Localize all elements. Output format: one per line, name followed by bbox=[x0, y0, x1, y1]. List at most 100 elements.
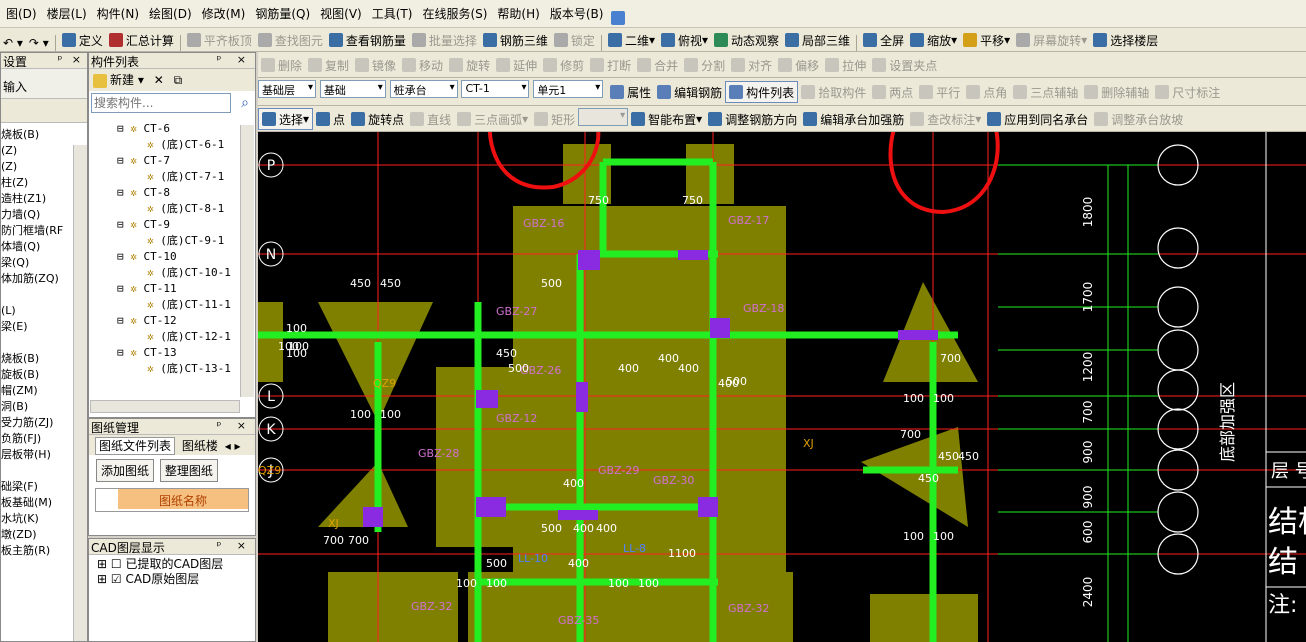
floor-select[interactable]: 基础层 bbox=[258, 80, 316, 98]
menu-item[interactable]: 帮助(H) bbox=[491, 0, 543, 27]
edit-tool-button[interactable]: 拉伸 bbox=[822, 54, 869, 76]
tab-drawing-floors[interactable]: 图纸楼 bbox=[179, 438, 221, 454]
component-tree-item[interactable]: ⊟ ✲ CT-7 bbox=[117, 153, 255, 169]
draw-tool-button[interactable]: 查改标注 ▾ bbox=[907, 108, 984, 130]
menu-item[interactable]: 楼层(L) bbox=[41, 0, 91, 27]
undo-icon[interactable]: ↶ ▾ bbox=[0, 32, 26, 51]
component-tree-item[interactable]: ✲ (底)CT-7-1 bbox=[117, 169, 255, 185]
menu-item[interactable]: 版本号(B) bbox=[544, 0, 608, 27]
type-select[interactable]: 基础 bbox=[319, 80, 386, 98]
cad-layer-extracted[interactable]: ⊞ ☐ 已提取的CAD图层 bbox=[97, 557, 247, 572]
property-tool-button[interactable]: 编辑钢筋 bbox=[654, 81, 725, 103]
topview-button[interactable]: 俯视 ▾ bbox=[658, 29, 711, 51]
2d-button[interactable]: 二维 ▾ bbox=[605, 29, 658, 51]
draw-tool-button[interactable]: 旋转点 bbox=[348, 108, 407, 130]
orbit-button[interactable]: 动态观察 bbox=[711, 29, 782, 51]
edit-tool-button[interactable]: 修剪 bbox=[540, 54, 587, 76]
draw-tool-button[interactable]: 调整承台放坡 bbox=[1091, 108, 1186, 130]
tab-drawing-files[interactable]: 图纸文件列表 bbox=[95, 437, 176, 455]
component-tree[interactable]: ⊟ ✲ CT-6 ✲ (底)CT-6-1 ⊟ ✲ CT-7 ✲ (底)CT-7-1 ⊟ … bbox=[89, 115, 255, 387]
component-type-select[interactable]: 桩承台 bbox=[389, 80, 458, 98]
component-tree-item[interactable]: ⊟ ✲ CT-10 bbox=[117, 249, 255, 265]
local-3d-button[interactable]: 局部三维 bbox=[782, 29, 853, 51]
property-tool-button[interactable]: 尺寸标注 bbox=[1152, 81, 1223, 103]
define-button[interactable]: 定义 bbox=[59, 29, 106, 51]
collapse-icon[interactable]: ⊟ bbox=[117, 346, 130, 359]
draw-tool-button[interactable]: 三点画弧 ▾ bbox=[454, 108, 531, 130]
property-tool-button[interactable]: 属性 bbox=[607, 81, 654, 103]
redo-icon[interactable]: ↷ ▾ bbox=[26, 32, 52, 51]
collapse-icon[interactable]: ⊟ bbox=[117, 122, 130, 135]
search-icon[interactable]: ⌕ bbox=[241, 95, 249, 111]
collapse-icon[interactable]: ⊟ bbox=[117, 154, 130, 167]
module-tree-item[interactable]: 烧板(B) bbox=[1, 127, 87, 143]
sigma-button[interactable]: 汇总计算 bbox=[106, 29, 177, 51]
lock-button[interactable]: 锁定 bbox=[551, 29, 598, 51]
collapse-icon[interactable]: ⊟ bbox=[117, 314, 130, 327]
menu-item[interactable]: 工具(T) bbox=[366, 0, 417, 27]
component-tree-item[interactable]: ✲ (底)CT-12-1 bbox=[117, 329, 255, 345]
menu-item[interactable]: 修改(M) bbox=[196, 0, 250, 27]
component-search-input[interactable] bbox=[91, 93, 231, 113]
edit-tool-button[interactable]: 延伸 bbox=[493, 54, 540, 76]
draw-tool-button[interactable]: 编辑承台加强筋 bbox=[800, 108, 907, 130]
component-tree-item[interactable]: ✲ (底)CT-13-1 bbox=[117, 361, 255, 377]
unit-select[interactable]: 单元1 bbox=[533, 80, 604, 98]
update-icon[interactable] bbox=[611, 10, 626, 25]
component-list-vscroll[interactable] bbox=[240, 125, 254, 397]
component-tree-item[interactable]: ⊟ ✲ CT-13 bbox=[117, 345, 255, 361]
component-tree-item[interactable]: ✲ (底)CT-6-1 bbox=[117, 137, 255, 153]
property-tool-button[interactable]: 点角 bbox=[963, 81, 1010, 103]
new-component-button[interactable]: 新建 ▾ bbox=[93, 73, 144, 88]
component-tree-item[interactable]: ⊟ ✲ CT-9 bbox=[117, 217, 255, 233]
menu-item[interactable]: 钢筋量(Q) bbox=[249, 0, 314, 27]
draw-tool-button[interactable]: 点 bbox=[313, 108, 348, 130]
draw-tool-button[interactable]: 智能布置 ▾ bbox=[628, 108, 705, 130]
property-tool-button[interactable]: 删除辅轴 bbox=[1081, 81, 1152, 103]
edit-tool-button[interactable]: 复制 bbox=[305, 54, 352, 76]
edit-tool-button[interactable]: 偏移 bbox=[775, 54, 822, 76]
component-tree-item[interactable]: ✲ (底)CT-9-1 bbox=[117, 233, 255, 249]
property-tool-button[interactable]: 构件列表 bbox=[725, 81, 799, 103]
menu-item[interactable]: 绘图(D) bbox=[143, 0, 196, 27]
shape-select[interactable] bbox=[578, 108, 629, 126]
delete-icon[interactable]: ✕ bbox=[154, 73, 164, 87]
pan-button[interactable]: 平移 ▾ bbox=[960, 29, 1013, 51]
rebar-3d-button[interactable]: 钢筋三维 bbox=[480, 29, 551, 51]
component-tree-item[interactable]: ⊟ ✲ CT-12 bbox=[117, 313, 255, 329]
collapse-icon[interactable]: ⊟ bbox=[117, 186, 130, 199]
draw-tool-button[interactable]: 矩形 bbox=[531, 108, 578, 130]
component-tree-item[interactable]: ✲ (底)CT-8-1 bbox=[117, 201, 255, 217]
arrange-drawing-button[interactable]: 整理图纸 bbox=[159, 459, 218, 482]
drawing-name-column-header[interactable]: 图纸名称 bbox=[118, 489, 248, 509]
menu-item[interactable]: 图(D) bbox=[0, 0, 41, 27]
edit-tool-button[interactable]: 删除 bbox=[258, 54, 305, 76]
collapse-icon[interactable]: ⊟ bbox=[117, 250, 130, 263]
drawing-canvas[interactable]: PNLKJ 1800 1700 1200 700 900 900 600 2400 750 75… bbox=[258, 132, 1306, 642]
component-tree-item[interactable]: ✲ (底)CT-10-1 bbox=[117, 265, 255, 281]
edit-tool-button[interactable]: 合并 bbox=[634, 54, 681, 76]
add-drawing-button[interactable]: 添加图纸 bbox=[96, 459, 155, 482]
view-rebar-button[interactable]: 查看钢筋量 bbox=[326, 29, 409, 51]
edit-tool-button[interactable]: 设置夹点 bbox=[869, 54, 940, 76]
fullscreen-button[interactable]: 全屏 bbox=[860, 29, 907, 51]
draw-tool-button[interactable]: 应用到同名承台 bbox=[984, 108, 1091, 130]
floor-button[interactable]: 选择楼层 bbox=[1090, 29, 1161, 51]
collapse-icon[interactable]: ⊟ bbox=[117, 218, 130, 231]
find-button[interactable]: 查找图元 bbox=[255, 29, 326, 51]
zoom-button[interactable]: 缩放 ▾ bbox=[907, 29, 960, 51]
tab-scroll-arrows[interactable]: ◂ ▸ bbox=[225, 439, 241, 453]
menu-item[interactable]: 在线服务(S) bbox=[416, 0, 491, 27]
collapse-icon[interactable]: ⊟ bbox=[117, 282, 130, 295]
align-button[interactable]: 平齐板顶 bbox=[184, 29, 255, 51]
property-tool-button[interactable]: 三点辅轴 bbox=[1010, 81, 1081, 103]
property-tool-button[interactable]: 平行 bbox=[916, 81, 963, 103]
cad-layer-original[interactable]: ⊞ ☑ CAD原始图层 bbox=[97, 572, 247, 587]
edit-tool-button[interactable]: 镜像 bbox=[352, 54, 399, 76]
batch-button[interactable]: 批量选择 bbox=[409, 29, 480, 51]
cad-drawing[interactable]: PNLKJ 1800170012007009009006002400 750 75… bbox=[258, 132, 1306, 642]
draw-tool-button[interactable]: 选择 ▾ bbox=[258, 108, 314, 130]
component-tree-item[interactable]: ⊟ ✲ CT-11 bbox=[117, 281, 255, 297]
edit-tool-button[interactable]: 分割 bbox=[681, 54, 728, 76]
draw-tool-button[interactable]: 调整钢筋方向 bbox=[705, 108, 800, 130]
